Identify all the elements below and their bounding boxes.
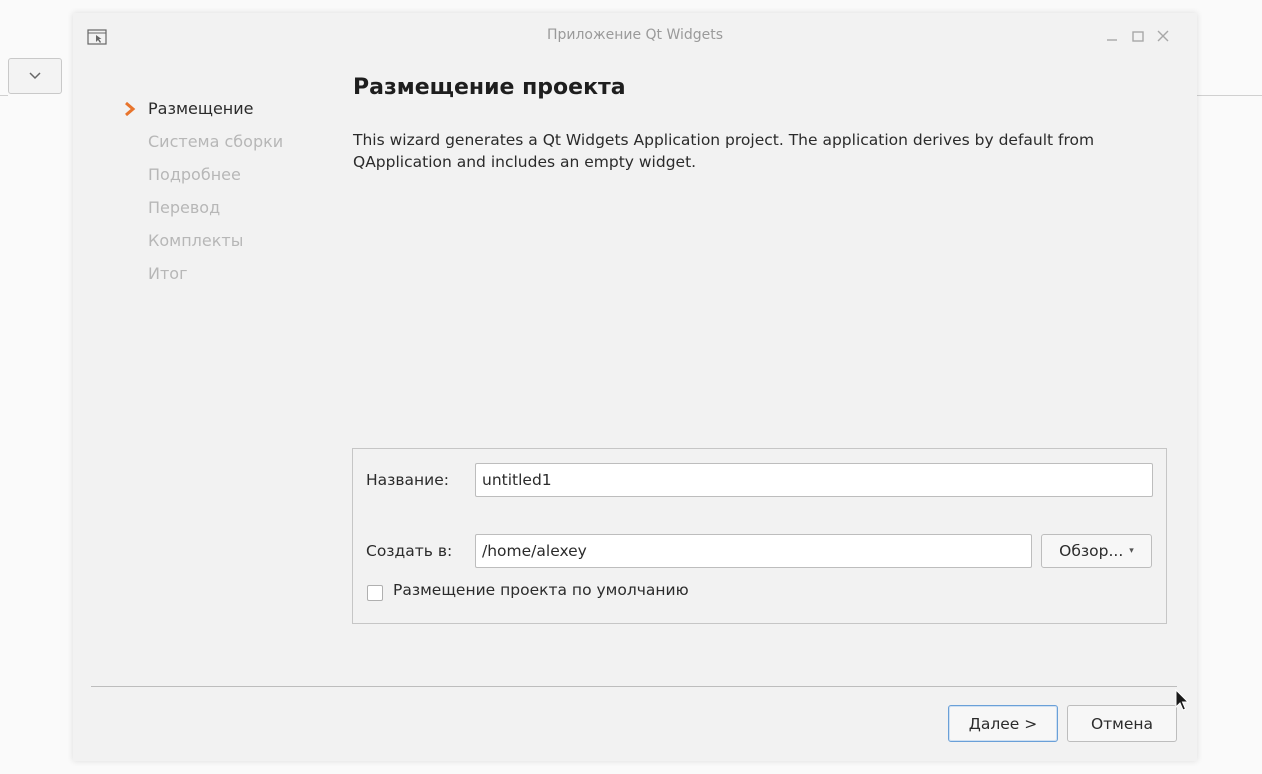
maximize-icon[interactable]: [1129, 27, 1147, 45]
step-label: Система сборки: [148, 132, 284, 151]
next-button[interactable]: Далее >: [948, 705, 1058, 742]
step-label: Размещение: [148, 99, 254, 118]
step-kits: Комплекты: [118, 231, 283, 264]
name-label: Название:: [366, 471, 449, 489]
step-translation: Перевод: [118, 198, 283, 231]
page-description: This wizard generates a Qt Widgets Appli…: [353, 131, 1095, 171]
current-step-arrow-icon: [125, 102, 136, 116]
wizard-dialog: Приложение Qt Widgets Размещение Система…: [73, 13, 1197, 761]
title-bar[interactable]: Приложение Qt Widgets: [73, 13, 1197, 61]
browse-button[interactable]: Обзор... ▾: [1041, 534, 1152, 568]
default-location-label[interactable]: Размещение проекта по умолчанию: [393, 581, 689, 599]
window-title: Приложение Qt Widgets: [546, 27, 724, 43]
browse-button-label: Обзор...: [1059, 542, 1124, 560]
project-location-group: Название: Создать в: Обзор... ▾ Размещен…: [352, 448, 1167, 624]
step-details: Подробнее: [118, 165, 283, 198]
close-icon[interactable]: [1154, 27, 1172, 45]
project-name-input[interactable]: [475, 463, 1153, 497]
next-mnemonic: Д: [968, 714, 981, 733]
wizard-steps: Размещение Система сборки Подробнее Пере…: [118, 99, 283, 297]
chevron-down-icon: [29, 72, 41, 80]
background-dropdown[interactable]: [8, 58, 62, 94]
location-label: Создать в:: [366, 542, 453, 560]
step-label: Итог: [148, 264, 188, 283]
default-location-checkbox[interactable]: [367, 585, 383, 601]
background-divider: [0, 95, 8, 96]
next-label: алее >: [980, 714, 1038, 733]
step-label: Комплекты: [148, 231, 244, 250]
background-divider: [1197, 95, 1262, 96]
project-location-input[interactable]: [475, 534, 1032, 568]
step-summary: Итог: [118, 264, 283, 297]
page-title: Размещение проекта: [353, 75, 626, 100]
step-build-system: Система сборки: [118, 132, 283, 165]
step-location: Размещение: [118, 99, 283, 132]
mouse-pointer-icon: [1175, 689, 1190, 711]
cancel-button[interactable]: Отмена: [1067, 705, 1177, 742]
step-label: Подробнее: [148, 165, 241, 184]
button-separator: [91, 686, 1177, 687]
minimize-icon[interactable]: [1103, 27, 1121, 45]
dropdown-caret-icon: ▾: [1129, 546, 1134, 556]
step-label: Перевод: [148, 198, 221, 217]
